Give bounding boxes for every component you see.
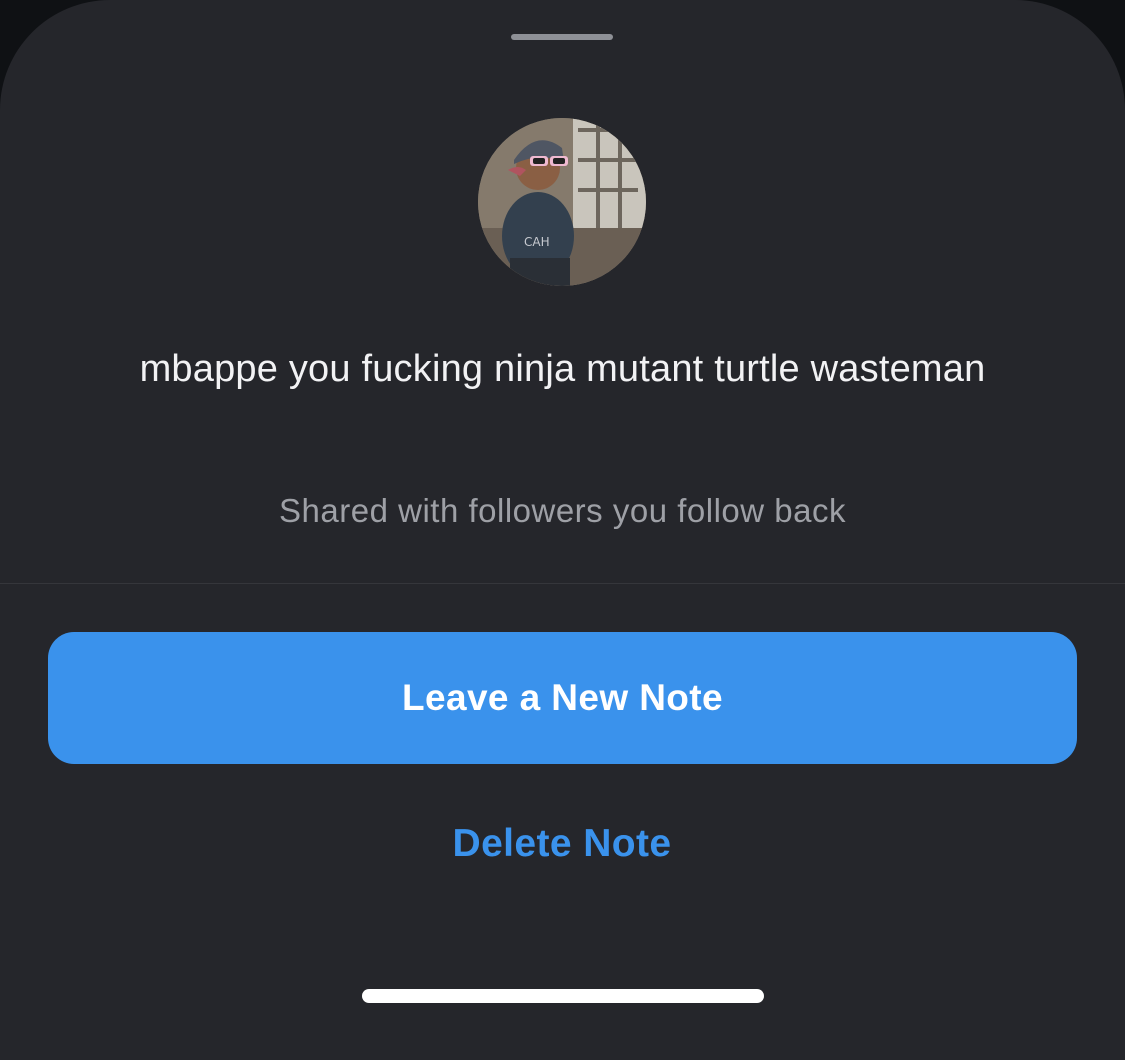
svg-text:CAH: CAH bbox=[524, 235, 550, 249]
note-bottom-sheet: CAH mbappe you fucking ninja mutant turt… bbox=[0, 0, 1125, 1060]
avatar: CAH bbox=[478, 118, 646, 286]
delete-note-button[interactable]: Delete Note bbox=[312, 816, 812, 872]
divider bbox=[0, 583, 1125, 584]
avatar-photo: CAH bbox=[478, 118, 646, 286]
note-text: mbappe you fucking ninja mutant turtle w… bbox=[139, 348, 986, 390]
leave-new-note-button[interactable]: Leave a New Note bbox=[48, 632, 1077, 764]
sheet-grabber-handle[interactable] bbox=[511, 34, 613, 40]
home-indicator bbox=[362, 989, 764, 1003]
note-audience-label: Shared with followers you follow back bbox=[279, 492, 846, 529]
